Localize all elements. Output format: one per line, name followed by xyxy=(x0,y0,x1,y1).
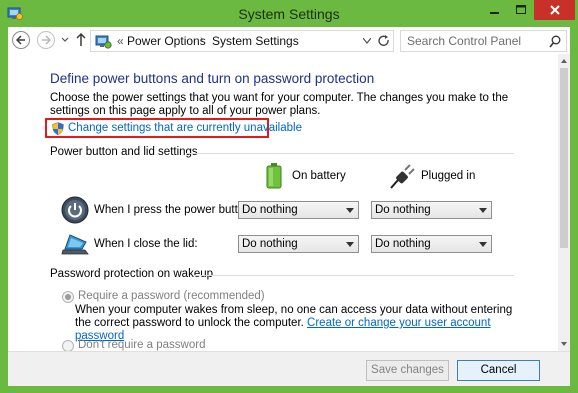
main-content: Define power buttons and turn on passwor… xyxy=(8,54,558,351)
scroll-down-icon[interactable] xyxy=(558,339,570,349)
breadcrumb-overflow[interactable]: « xyxy=(117,34,124,48)
no-password-label[interactable]: Don't require a password xyxy=(78,339,205,351)
back-arrow-icon xyxy=(16,35,25,45)
close-icon xyxy=(549,5,560,15)
close-lid-on-battery-dropdown[interactable]: Do nothing xyxy=(238,235,359,253)
power-section-title: Power button and lid settings xyxy=(50,146,198,158)
navigation-bar: « Power Options › System Settings xyxy=(8,27,570,54)
chevron-down-icon xyxy=(346,208,354,213)
power-button-on-battery-dropdown[interactable]: Do nothing xyxy=(238,201,359,219)
chevron-down-icon[interactable] xyxy=(363,38,371,44)
change-settings-highlight: Change settings that are currently unava… xyxy=(45,118,302,138)
plugged-in-column-header: Plugged in xyxy=(421,170,476,182)
search-input[interactable] xyxy=(407,34,547,48)
maximize-icon xyxy=(516,5,526,14)
scroll-up-icon[interactable] xyxy=(558,56,570,66)
password-section-title: Password protection on wakeup xyxy=(50,268,214,280)
recent-pages-dropdown-icon[interactable] xyxy=(60,34,70,46)
scrollbar-thumb[interactable] xyxy=(560,68,568,248)
power-button-icon xyxy=(61,196,89,224)
search-icon[interactable] xyxy=(549,35,561,48)
forward-button[interactable] xyxy=(37,31,55,49)
up-arrow-icon[interactable] xyxy=(75,32,87,48)
power-plug-icon xyxy=(390,164,415,189)
chevron-down-icon xyxy=(346,242,354,247)
dropdown-value: Do nothing xyxy=(242,204,298,216)
close-lid-label: When I close the lid: xyxy=(94,238,198,250)
maximize-button[interactable] xyxy=(508,0,534,20)
dropdown-value: Do nothing xyxy=(375,238,431,250)
require-password-radio[interactable] xyxy=(62,291,74,303)
cancel-button[interactable]: Cancel xyxy=(457,360,540,381)
breadcrumb-system-settings[interactable]: System Settings xyxy=(212,34,299,48)
save-changes-button[interactable]: Save changes xyxy=(366,360,449,381)
chevron-down-icon xyxy=(479,208,487,213)
title-bar[interactable]: System Settings xyxy=(0,0,578,27)
require-password-description: When your computer wakes from sleep, no … xyxy=(75,304,515,343)
section-divider xyxy=(186,153,514,154)
breadcrumb-separator[interactable]: › xyxy=(200,34,203,45)
system-settings-window: System Settings « Power Options › System… xyxy=(0,0,578,393)
forward-arrow-icon xyxy=(42,35,51,45)
power-button-label: When I press the power button: xyxy=(94,204,254,216)
minimize-icon xyxy=(490,12,499,14)
uac-shield-icon xyxy=(52,122,64,135)
address-bar[interactable]: « Power Options › System Settings xyxy=(90,30,394,52)
require-password-label[interactable]: Require a password (recommended) xyxy=(78,290,265,302)
no-password-radio[interactable] xyxy=(62,340,74,351)
control-panel-icon xyxy=(95,35,112,49)
back-button[interactable] xyxy=(12,31,30,49)
battery-icon xyxy=(266,163,282,189)
footer-bar: Save changes Cancel xyxy=(8,351,570,386)
close-button[interactable] xyxy=(534,0,575,20)
refresh-icon[interactable] xyxy=(377,34,391,48)
close-lid-plugged-in-dropdown[interactable]: Do nothing xyxy=(371,235,492,253)
intro-text: Choose the power settings that you want … xyxy=(50,92,509,117)
section-divider xyxy=(194,275,514,276)
dropdown-value: Do nothing xyxy=(242,238,298,250)
dropdown-value: Do nothing xyxy=(375,204,431,216)
power-button-plugged-in-dropdown[interactable]: Do nothing xyxy=(371,201,492,219)
minimize-button[interactable] xyxy=(482,0,508,20)
laptop-lid-icon xyxy=(61,234,89,255)
on-battery-column-header: On battery xyxy=(292,170,346,182)
page-title: Define power buttons and turn on passwor… xyxy=(50,71,375,86)
vertical-scrollbar[interactable] xyxy=(558,54,570,351)
breadcrumb-power-options[interactable]: Power Options xyxy=(127,34,206,48)
change-settings-link[interactable]: Change settings that are currently unava… xyxy=(68,122,302,134)
chevron-down-icon xyxy=(479,242,487,247)
search-box[interactable] xyxy=(400,30,567,52)
